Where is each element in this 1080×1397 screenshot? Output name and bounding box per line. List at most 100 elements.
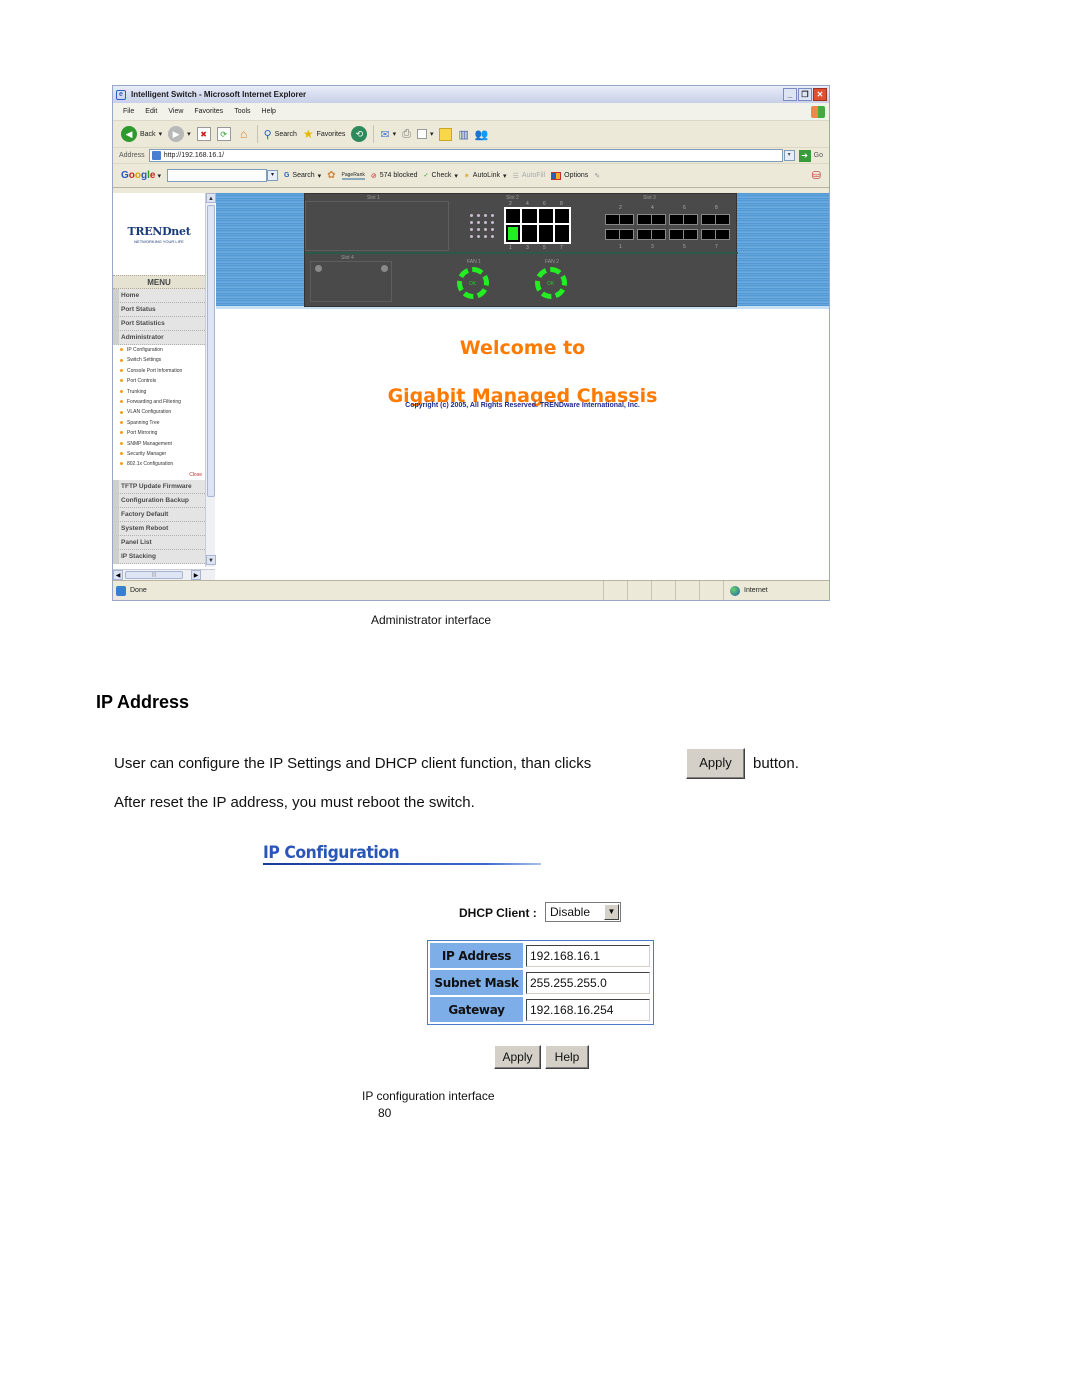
- nav-panel-list[interactable]: Panel List: [113, 535, 205, 550]
- scroll-right-arrow-icon[interactable]: ▶: [191, 570, 201, 580]
- history-icon[interactable]: ⟲: [351, 126, 368, 142]
- nav-factory-default[interactable]: Factory Default: [113, 507, 205, 522]
- sfp-port[interactable]: [701, 229, 730, 240]
- slot-4[interactable]: [310, 261, 392, 302]
- sfp-port[interactable]: [637, 229, 666, 240]
- menu-favorites[interactable]: Favorites: [194, 108, 223, 115]
- slot-1[interactable]: [305, 201, 449, 251]
- nav-sub-item[interactable]: SNMP Management: [113, 439, 205, 449]
- restore-button[interactable]: ❐: [798, 88, 812, 101]
- popup-blocker[interactable]: ⊘ 574 blocked: [371, 172, 418, 180]
- options-button[interactable]: Options: [551, 171, 588, 180]
- sfp-port[interactable]: [605, 229, 634, 240]
- edit-button[interactable]: ▾: [416, 129, 433, 139]
- nav-sub-item[interactable]: Switch Settings: [113, 355, 205, 365]
- google-search-dropdown[interactable]: ▾: [266, 170, 278, 181]
- sfp-port[interactable]: [637, 214, 666, 225]
- nav-system-reboot[interactable]: System Reboot: [113, 521, 205, 536]
- go-button[interactable]: ➔ Go: [798, 149, 823, 162]
- nav-sub-item[interactable]: Port Controls: [113, 376, 205, 386]
- back-button[interactable]: ◀ Back ▾: [121, 126, 162, 142]
- autolink-button[interactable]: ✶ AutoLink ▾: [464, 172, 507, 180]
- menu-tools[interactable]: Tools: [234, 108, 250, 115]
- scroll-left-arrow-icon[interactable]: ◀: [113, 570, 123, 580]
- menu-edit[interactable]: Edit: [145, 108, 157, 115]
- sfp-port[interactable]: [669, 229, 698, 240]
- status-bar: Done Internet: [113, 580, 829, 600]
- ip-address-input[interactable]: [526, 944, 650, 967]
- sfp-port[interactable]: [669, 214, 698, 225]
- subnet-mask-input[interactable]: [526, 971, 650, 994]
- port-8[interactable]: [554, 209, 569, 223]
- scroll-up-arrow-icon[interactable]: ▲: [206, 193, 216, 203]
- nav-administrator[interactable]: Administrator: [113, 331, 205, 345]
- nav-sub-item[interactable]: Console Port Information: [113, 366, 205, 376]
- scroll-down-arrow-icon[interactable]: ▼: [206, 555, 216, 565]
- nav-sub-item[interactable]: Port Mirroring: [113, 428, 205, 438]
- chevron-down-icon[interactable]: ▼: [604, 904, 619, 920]
- menu-file[interactable]: File: [123, 108, 134, 115]
- notes-icon[interactable]: [439, 127, 453, 141]
- nav-sub-item[interactable]: 802.1x Configuration: [113, 459, 205, 469]
- autofill-button[interactable]: ☰ AutoFill: [513, 172, 546, 180]
- nav-sub-item[interactable]: Security Manager: [113, 449, 205, 459]
- screw-icon: [381, 265, 388, 272]
- nav-ip-stacking[interactable]: IP Stacking: [113, 549, 205, 564]
- close-submenu-link[interactable]: Close: [113, 470, 205, 480]
- nav-tftp-update-firmware[interactable]: TFTP Update Firmware: [113, 479, 205, 494]
- favorites-button[interactable]: ★ Favorites: [303, 127, 346, 141]
- help-button[interactable]: Help: [545, 1045, 589, 1069]
- stop-icon[interactable]: ✖: [196, 127, 211, 141]
- refresh-icon[interactable]: ⟳: [216, 127, 231, 141]
- nav-sub-item[interactable]: VLAN Configuration: [113, 407, 205, 417]
- popup-blocked-icon: ⊘: [370, 172, 377, 180]
- spell-check-button[interactable]: ✓ Check ▾: [424, 172, 458, 180]
- menu-help[interactable]: Help: [262, 108, 276, 115]
- port-1-active[interactable]: [506, 224, 521, 242]
- google-search-button[interactable]: G Search ▾: [284, 172, 321, 180]
- home-icon[interactable]: ⌂: [237, 127, 251, 141]
- nav-sub-item[interactable]: IP Configuration: [113, 345, 205, 355]
- menu-view[interactable]: View: [168, 108, 183, 115]
- pdf-icon[interactable]: ⛁: [812, 169, 821, 182]
- port-7[interactable]: [554, 224, 569, 242]
- gateway-input[interactable]: [526, 998, 650, 1021]
- google-search-input[interactable]: [166, 169, 267, 182]
- sfp-port[interactable]: [605, 214, 634, 225]
- print-icon[interactable]: ⎙: [402, 128, 411, 141]
- forward-button[interactable]: ▶ ▾: [168, 126, 191, 142]
- back-arrow-icon: ◀: [121, 126, 137, 142]
- sfp-port[interactable]: [701, 214, 730, 225]
- port-5[interactable]: [538, 224, 553, 242]
- nav-sub-item[interactable]: Forwarding and Filtering: [113, 397, 205, 407]
- nav-configuration-backup[interactable]: Configuration Backup: [113, 493, 205, 508]
- sidebar-vertical-scrollbar[interactable]: ▲ ▼: [205, 193, 216, 567]
- sidebar-horizontal-scrollbar[interactable]: ◀ ||| ▶: [113, 569, 215, 580]
- close-button[interactable]: ✕: [813, 88, 827, 101]
- port-2[interactable]: [506, 209, 521, 223]
- port-4[interactable]: [522, 209, 537, 223]
- minimize-button[interactable]: _: [783, 88, 797, 101]
- research-icon[interactable]: ▥: [458, 128, 468, 141]
- hscroll-thumb[interactable]: |||: [125, 571, 183, 579]
- google-logo[interactable]: Google: [121, 170, 155, 181]
- news-icon[interactable]: ✿: [327, 170, 335, 181]
- messenger-icon[interactable]: 👥: [475, 128, 489, 141]
- port-3[interactable]: [522, 224, 537, 242]
- figure-caption-ip-config: IP configuration interface: [362, 1089, 495, 1103]
- port-6[interactable]: [538, 209, 553, 223]
- address-dropdown[interactable]: ▾: [783, 150, 795, 161]
- chassis-divider: [305, 252, 738, 254]
- address-input[interactable]: http://192.168.16.1/: [148, 149, 783, 162]
- scroll-thumb[interactable]: [207, 205, 215, 497]
- nav-home[interactable]: Home: [113, 289, 205, 303]
- nav-port-statistics[interactable]: Port Statistics: [113, 317, 205, 331]
- nav-port-status[interactable]: Port Status: [113, 303, 205, 317]
- dhcp-client-select[interactable]: Disable ▼: [545, 902, 621, 922]
- nav-sub-item[interactable]: Spanning Tree: [113, 418, 205, 428]
- mail-button[interactable]: ✉ ▾: [380, 128, 396, 141]
- highlight-pen-icon[interactable]: ✎: [594, 172, 600, 180]
- apply-button[interactable]: Apply: [494, 1045, 541, 1069]
- nav-sub-item[interactable]: Trunking: [113, 387, 205, 397]
- search-button[interactable]: ⚲ Search: [264, 128, 297, 141]
